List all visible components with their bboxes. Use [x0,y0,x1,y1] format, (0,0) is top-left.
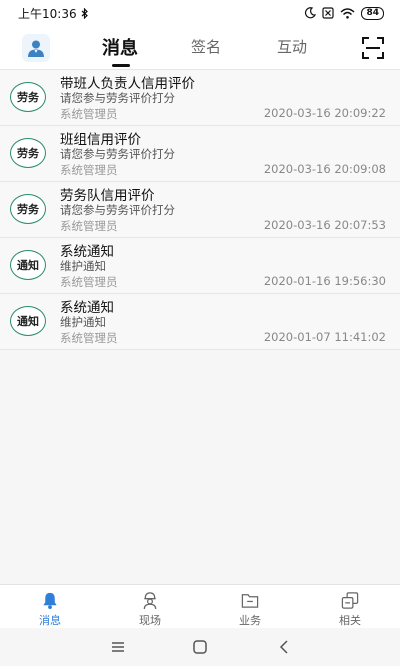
moon-icon [305,7,317,19]
nav-item-business[interactable]: 业务 [200,585,300,628]
message-sender: 系统管理员 [60,219,118,233]
system-nav-bar [0,628,400,666]
message-time: 2020-03-16 20:09:22 [263,106,386,120]
message-subtitle: 请您参与劳务评价打分 [60,91,175,105]
nav-label: 相关 [339,614,361,627]
message-subtitle: 请您参与劳务评价打分 [60,203,175,217]
status-left: 上午10:36 [18,5,89,22]
message-item[interactable]: 劳务 带班人负责人信用评价 请您参与劳务评价打分 系统管理员 2020-03-1… [0,70,400,126]
bottom-nav: 消息 现场 业务 相关 [0,584,400,628]
message-subtitle: 维护通知 [60,315,106,329]
message-subtitle: 维护通知 [60,259,106,273]
message-subtitle: 请您参与劳务评价打分 [60,147,175,161]
back-icon[interactable] [274,637,294,657]
folder-icon [241,594,259,608]
message-sender: 系统管理员 [60,331,118,345]
message-item[interactable]: 劳务 班组信用评价 请您参与劳务评价打分 系统管理员 2020-03-16 20… [0,126,400,182]
copy-icon [341,592,359,609]
message-sender: 系统管理员 [60,107,118,121]
sim-off-icon [322,7,335,19]
nav-item-related[interactable]: 相关 [300,585,400,628]
menu-icon[interactable] [108,637,128,657]
message-type-badge: 通知 [10,306,46,336]
bell-icon [43,592,57,610]
header: 消息 签名 互动 [0,26,400,70]
tab-signature[interactable]: 签名 [191,36,221,57]
nav-label: 现场 [139,614,161,627]
status-time: 上午10:36 [18,6,77,21]
nav-item-messages[interactable]: 消息 [0,585,100,628]
status-right: 84 [304,6,384,20]
message-sender: 系统管理员 [60,163,118,177]
message-time: 2020-03-16 20:09:08 [263,162,386,176]
message-time: 2020-01-07 11:41:02 [263,330,386,344]
message-list: 劳务 带班人负责人信用评价 请您参与劳务评价打分 系统管理员 2020-03-1… [0,70,400,350]
bluetooth-icon [81,7,88,19]
message-type-badge: 劳务 [10,82,46,112]
message-type-badge: 通知 [10,250,46,280]
user-icon [28,40,44,57]
message-title: 系统通知 [60,300,114,316]
tab-indicator [112,64,130,67]
worker-icon [143,592,157,610]
message-time: 2020-01-16 19:56:30 [263,274,386,288]
message-type-badge: 劳务 [10,138,46,168]
tab-messages[interactable]: 消息 [102,34,138,60]
message-type-badge: 劳务 [10,194,46,224]
wifi-icon [340,7,355,19]
message-sender: 系统管理员 [60,275,118,289]
message-title: 系统通知 [60,244,114,260]
nav-item-site[interactable]: 现场 [100,585,200,628]
message-item[interactable]: 通知 系统通知 维护通知 系统管理员 2020-01-16 19:56:30 [0,238,400,294]
message-title: 带班人负责人信用评价 [60,76,195,92]
message-title: 劳务队信用评价 [60,188,155,204]
home-icon[interactable] [190,637,210,657]
status-bar: 上午10:36 84 [0,0,400,26]
scan-icon[interactable] [362,37,384,59]
avatar[interactable] [22,34,50,62]
message-item[interactable]: 通知 系统通知 维护通知 系统管理员 2020-01-07 11:41:02 [0,294,400,350]
message-item[interactable]: 劳务 劳务队信用评价 请您参与劳务评价打分 系统管理员 2020-03-16 2… [0,182,400,238]
tab-interaction[interactable]: 互动 [277,36,307,57]
message-time: 2020-03-16 20:07:53 [263,218,386,232]
message-title: 班组信用评价 [60,132,141,148]
nav-label: 消息 [39,614,61,627]
battery-indicator: 84 [361,6,384,20]
nav-label: 业务 [239,614,261,627]
